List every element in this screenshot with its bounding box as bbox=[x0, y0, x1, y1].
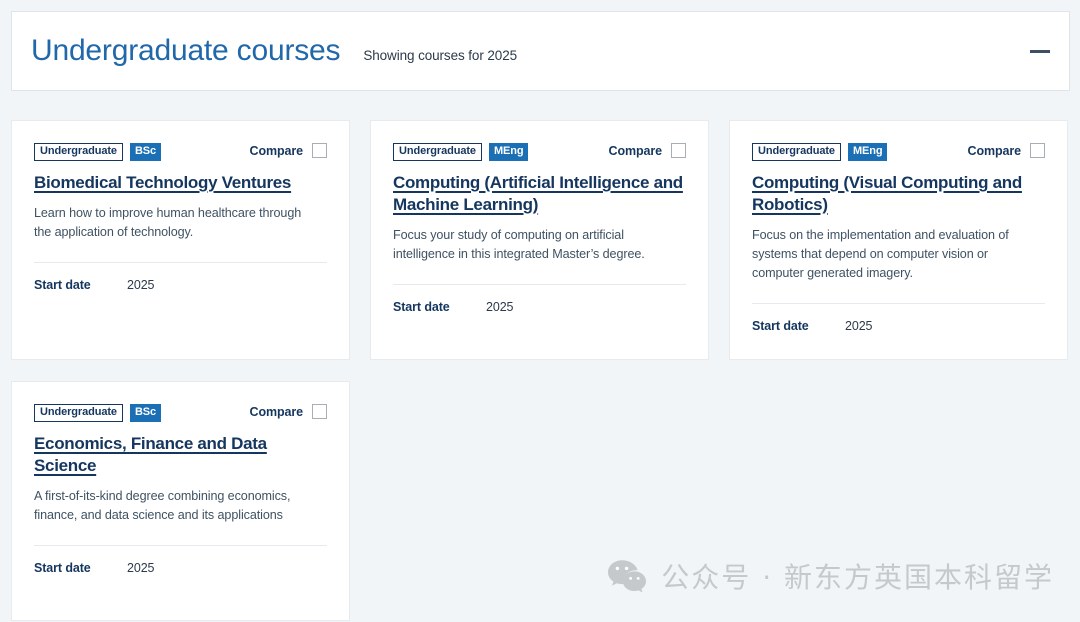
degree-badge: MEng bbox=[847, 143, 888, 161]
compare-checkbox[interactable] bbox=[1030, 143, 1045, 158]
course-description: A first-of-its-kind degree combining eco… bbox=[34, 488, 291, 522]
compare-checkbox[interactable] bbox=[312, 404, 327, 419]
compare-control[interactable]: Compare bbox=[609, 143, 686, 158]
level-tag: Undergraduate bbox=[393, 143, 482, 161]
page-title: Undergraduate courses bbox=[31, 34, 341, 67]
degree-badge: BSc bbox=[129, 143, 162, 161]
minus-icon[interactable] bbox=[1027, 38, 1053, 64]
course-description: Focus your study of computing on artific… bbox=[393, 227, 645, 261]
start-date-label: Start date bbox=[752, 318, 809, 333]
level-tag: Undergraduate bbox=[34, 404, 123, 422]
start-date-value: 2025 bbox=[845, 318, 873, 333]
card-tag-row: Undergraduate MEng Compare bbox=[393, 143, 686, 163]
start-date-value: 2025 bbox=[127, 278, 155, 293]
course-title-link[interactable]: Biomedical Technology Ventures bbox=[34, 172, 327, 194]
header-subtitle: Showing courses for 2025 bbox=[363, 48, 518, 63]
card-tag-row: Undergraduate BSc Compare bbox=[34, 143, 327, 163]
page-root: Undergraduate courses Showing courses fo… bbox=[0, 0, 1080, 622]
course-card[interactable]: Undergraduate MEng Compare Computing (Ar… bbox=[370, 120, 709, 360]
compare-control[interactable]: Compare bbox=[250, 143, 327, 158]
course-card-grid: Undergraduate BSc Compare Biomedical Tec… bbox=[11, 120, 1070, 621]
start-date-label: Start date bbox=[34, 278, 91, 293]
card-divider bbox=[34, 544, 327, 546]
compare-control[interactable]: Compare bbox=[968, 143, 1045, 158]
compare-label: Compare bbox=[249, 404, 304, 419]
start-date-label: Start date bbox=[393, 299, 450, 314]
course-description: Focus on the implementation and evaluati… bbox=[752, 227, 1009, 280]
start-date-value: 2025 bbox=[127, 560, 155, 575]
card-divider bbox=[752, 302, 1045, 304]
course-description: Learn how to improve human healthcare th… bbox=[34, 205, 302, 239]
compare-control[interactable]: Compare bbox=[250, 404, 327, 419]
start-date-row: Start date 2025 bbox=[393, 300, 686, 314]
compare-label: Compare bbox=[249, 143, 304, 158]
compare-checkbox[interactable] bbox=[671, 143, 686, 158]
page-header-panel: Undergraduate courses Showing courses fo… bbox=[11, 11, 1070, 91]
course-card[interactable]: Undergraduate BSc Compare Economics, Fin… bbox=[11, 381, 350, 621]
compare-label: Compare bbox=[608, 143, 663, 158]
card-divider bbox=[34, 262, 327, 264]
minus-icon-bar bbox=[1030, 49, 1050, 53]
start-date-row: Start date 2025 bbox=[752, 319, 1045, 333]
compare-label: Compare bbox=[967, 143, 1022, 158]
card-divider bbox=[393, 283, 686, 285]
degree-badge: BSc bbox=[129, 404, 162, 422]
start-date-value: 2025 bbox=[486, 299, 514, 314]
card-tag-row: Undergraduate MEng Compare bbox=[752, 143, 1045, 163]
compare-checkbox[interactable] bbox=[312, 143, 327, 158]
card-tag-row: Undergraduate BSc Compare bbox=[34, 404, 327, 424]
start-date-row: Start date 2025 bbox=[34, 278, 327, 292]
level-tag: Undergraduate bbox=[752, 143, 841, 161]
course-title-link[interactable]: Computing (Visual Computing and Robotics… bbox=[752, 172, 1045, 216]
start-date-label: Start date bbox=[34, 560, 91, 575]
degree-badge: MEng bbox=[488, 143, 529, 161]
start-date-row: Start date 2025 bbox=[34, 561, 327, 575]
level-tag: Undergraduate bbox=[34, 143, 123, 161]
course-title-link[interactable]: Economics, Finance and Data Science bbox=[34, 433, 327, 477]
course-card[interactable]: Undergraduate BSc Compare Biomedical Tec… bbox=[11, 120, 350, 360]
course-title-link[interactable]: Computing (Artificial Intelligence and M… bbox=[393, 172, 686, 216]
course-card[interactable]: Undergraduate MEng Compare Computing (Vi… bbox=[729, 120, 1068, 360]
